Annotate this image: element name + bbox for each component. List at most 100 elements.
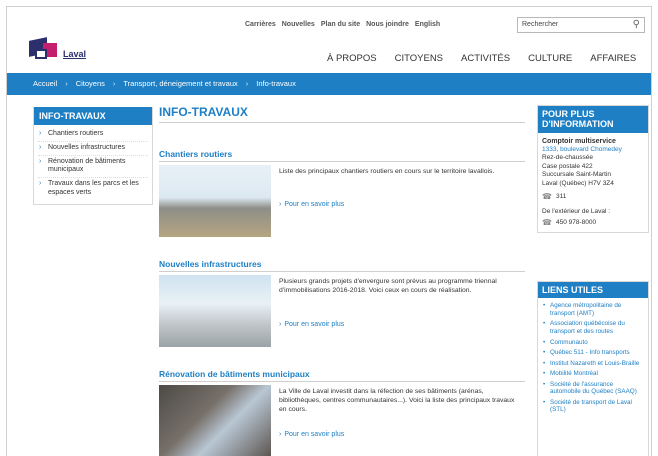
section-text: La Ville de Laval investit dans la réfec… bbox=[279, 388, 515, 414]
section-title[interactable]: Nouvelles infrastructures bbox=[159, 259, 525, 272]
nav-about[interactable]: À PROPOS bbox=[327, 53, 377, 64]
breadcrumb-citizens[interactable]: Citoyens bbox=[76, 79, 105, 89]
chevron-right-icon: › bbox=[39, 143, 42, 151]
phone-icon: ☎ bbox=[542, 191, 552, 201]
sidebar-item-infrastructure[interactable]: › Nouvelles infrastructures bbox=[38, 142, 148, 156]
outside-label: De l'extérieur de Laval : bbox=[542, 208, 611, 216]
section-road-sites: Chantiers routiers Liste des principaux … bbox=[159, 149, 525, 237]
util-link-english[interactable]: English bbox=[415, 21, 440, 28]
main-nav: À PROPOS CITOYENS ACTIVITÉS CULTURE AFFA… bbox=[327, 53, 636, 64]
sidebar-title[interactable]: INFO-TRAVAUX bbox=[34, 107, 152, 125]
utility-nav: Carrières Nouvelles Plan du site Nous jo… bbox=[245, 21, 440, 28]
util-link-contact[interactable]: Nous joindre bbox=[366, 21, 409, 28]
useful-link[interactable]: • Institut Nazareth et Louis-Braille bbox=[542, 359, 644, 370]
sidebar-item-label: Rénovation de bâtiments municipaux bbox=[48, 157, 126, 174]
breadcrumb-home[interactable]: Accueil bbox=[33, 79, 57, 89]
read-more-link[interactable]: › Pour en savoir plus bbox=[279, 201, 344, 208]
useful-link[interactable]: • Québec 511 - Info transports bbox=[542, 348, 644, 359]
breadcrumb-current: Info-travaux bbox=[256, 79, 296, 88]
sidebar-item-parks[interactable]: › Travaux dans les parcs et les espaces v… bbox=[38, 178, 148, 200]
bullet-icon: • bbox=[543, 349, 546, 357]
useful-link-label: Agence métropolitaine de transport (AMT) bbox=[550, 302, 622, 317]
office-name: Comptoir multiservice bbox=[542, 137, 616, 145]
util-link-news[interactable]: Nouvelles bbox=[282, 21, 315, 28]
outside-phone-number: 450 978-8000 bbox=[555, 218, 597, 226]
useful-link-label: Mobilité Montréal bbox=[550, 370, 598, 378]
bullet-icon: • bbox=[543, 338, 546, 346]
nav-citizens[interactable]: CITOYENS bbox=[395, 53, 443, 64]
read-more-label: Pour en savoir plus bbox=[284, 201, 345, 208]
chevron-right-icon: › bbox=[279, 321, 282, 328]
chevron-right-icon: › bbox=[112, 79, 116, 88]
phone-row: ☎ 311 bbox=[542, 192, 644, 202]
section-title[interactable]: Rénovation de bâtiments municipaux bbox=[159, 369, 525, 382]
read-more-label: Pour en savoir plus bbox=[284, 321, 345, 328]
useful-link[interactable]: • Société de l'assurance automobile du Qu… bbox=[542, 380, 644, 398]
useful-link[interactable]: • Communauto bbox=[542, 338, 644, 349]
breadcrumb-transport[interactable]: Transport, déneigement et travaux bbox=[123, 79, 237, 89]
bullet-icon: • bbox=[543, 359, 546, 367]
search-input[interactable]: Rechercher ⚲ bbox=[517, 17, 645, 33]
breadcrumb: Accueil › Citoyens › Transport, déneigem… bbox=[7, 73, 651, 95]
useful-link-label: Québec 511 - Info transports bbox=[550, 349, 630, 357]
address-line: Laval (Québec) H7V 3Z4 bbox=[542, 179, 614, 187]
info-box-title: POUR PLUS D'INFORMATION bbox=[538, 106, 648, 133]
chevron-right-icon: › bbox=[39, 130, 42, 137]
excavator-image bbox=[159, 165, 271, 237]
phone-number: 311 bbox=[555, 192, 567, 200]
search-icon[interactable]: ⚲ bbox=[633, 19, 640, 30]
page-frame: Carrières Nouvelles Plan du site Nous jo… bbox=[6, 6, 652, 456]
address-line: Succursale Saint-Martin bbox=[542, 171, 611, 179]
section-text: Liste des principaux chantiers routiers … bbox=[279, 168, 495, 175]
logo-text: Laval bbox=[63, 49, 87, 59]
read-more-link[interactable]: › Pour en savoir plus bbox=[279, 431, 344, 438]
sidebar: INFO-TRAVAUX › Chantiers routiers › Nouvel… bbox=[33, 107, 153, 205]
sidebar-item-road-sites[interactable]: › Chantiers routiers bbox=[38, 128, 148, 142]
useful-link-label: Association québécoise du transport et d… bbox=[550, 320, 625, 335]
useful-link[interactable]: • Agence métropolitaine de transport (AMT… bbox=[542, 301, 644, 319]
chevron-right-icon: › bbox=[245, 79, 249, 88]
bullet-icon: • bbox=[543, 302, 546, 310]
links-box-title: LIENS UTILES bbox=[538, 282, 648, 299]
address-link[interactable]: 1333, boulevard Chomedey bbox=[542, 146, 644, 154]
chevron-right-icon: › bbox=[279, 431, 282, 438]
read-more-label: Pour en savoir plus bbox=[284, 431, 345, 438]
sidebar-item-label: Chantiers routiers bbox=[48, 130, 104, 137]
bullet-icon: • bbox=[543, 380, 546, 388]
useful-link[interactable]: • Mobilité Montréal bbox=[542, 369, 644, 380]
phone-icon: ☎ bbox=[542, 217, 552, 227]
address-line: Rez-de-chaussée bbox=[542, 154, 593, 162]
useful-link[interactable]: • Société de transport de Laval (STL) bbox=[542, 398, 644, 416]
outside-phone-row: ☎ 450 978-8000 bbox=[542, 218, 644, 228]
bullet-icon: • bbox=[543, 370, 546, 378]
section-text: Plusieurs grands projets d'envergure son… bbox=[279, 278, 497, 295]
util-link-careers[interactable]: Carrières bbox=[245, 21, 276, 28]
useful-links-box: LIENS UTILES • Agence métropolitaine de t… bbox=[537, 281, 649, 456]
sidebar-item-label: Travaux dans les parcs et les espaces ve… bbox=[48, 180, 139, 196]
address-line: Case postale 422 bbox=[542, 162, 593, 170]
renovation-image bbox=[159, 385, 271, 456]
section-infrastructure: Nouvelles infrastructures Plusieurs gran… bbox=[159, 259, 525, 347]
nav-activities[interactable]: ACTIVITÉS bbox=[461, 53, 510, 64]
chevron-right-icon: › bbox=[279, 201, 282, 208]
section-title[interactable]: Chantiers routiers bbox=[159, 149, 525, 162]
sidebar-item-renovation[interactable]: › Rénovation de bâtiments municipaux bbox=[38, 156, 148, 178]
chevron-right-icon: › bbox=[65, 79, 68, 88]
useful-link-label: Institut Nazareth et Louis-Braille bbox=[550, 359, 640, 367]
search-placeholder: Rechercher bbox=[522, 21, 559, 28]
nav-culture[interactable]: CULTURE bbox=[528, 53, 572, 64]
sidebar-item-label: Nouvelles infrastructures bbox=[48, 143, 126, 151]
useful-link-label: Société de transport de Laval (STL) bbox=[550, 398, 632, 414]
useful-link-label: Communauto bbox=[550, 338, 588, 346]
read-more-link[interactable]: › Pour en savoir plus bbox=[279, 321, 344, 328]
site-logo[interactable]: Laval bbox=[29, 35, 109, 65]
section-renovation: Rénovation de bâtiments municipaux La Vi… bbox=[159, 369, 525, 456]
chevron-right-icon: › bbox=[39, 180, 42, 187]
useful-link[interactable]: • Association québécoise du transport et … bbox=[542, 319, 644, 337]
page-title: INFO-TRAVAUX bbox=[159, 105, 525, 123]
nav-business[interactable]: AFFAIRES bbox=[590, 53, 636, 64]
bullet-icon: • bbox=[543, 398, 546, 406]
util-link-sitemap[interactable]: Plan du site bbox=[321, 21, 360, 28]
building-sign-image bbox=[159, 275, 271, 347]
useful-link-label: Société de l'assurance automobile du Qué… bbox=[550, 380, 637, 396]
